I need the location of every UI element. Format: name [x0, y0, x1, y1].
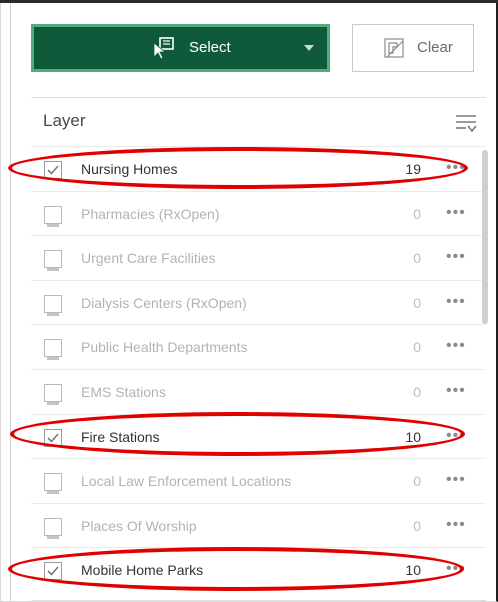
sort-filter-icon[interactable]: [454, 112, 478, 134]
more-options-icon[interactable]: •••: [446, 471, 466, 489]
more-options-icon[interactable]: •••: [446, 516, 466, 534]
layer-count: 0: [413, 205, 421, 222]
layer-row[interactable]: Pharmacies (RxOpen) 0 •••: [31, 190, 486, 235]
more-options-icon[interactable]: •••: [446, 248, 466, 266]
annotation-oval: [8, 547, 464, 591]
checkbox-unchecked[interactable]: [44, 384, 62, 405]
layer-count: 0: [413, 294, 421, 311]
layer-name: EMS Stations: [81, 384, 166, 400]
layer-count: 0: [413, 384, 421, 400]
layer-count: 0: [413, 473, 421, 490]
layer-row[interactable]: Urgent Care Facilities 0 •••: [31, 235, 486, 279]
clear-selection-icon: [384, 38, 404, 58]
select-cursor-icon: [153, 37, 174, 60]
annotation-oval: [10, 412, 465, 456]
layer-count: 0: [413, 517, 421, 534]
layer-name: Public Health Departments: [81, 339, 248, 356]
layer-count: 0: [413, 339, 421, 356]
layer-row[interactable]: Local Law Enforcement Locations 0 •••: [31, 458, 486, 502]
scrollbar-thumb[interactable]: [482, 150, 488, 324]
left-divider: [10, 3, 11, 602]
annotation-oval: [8, 147, 468, 189]
checkbox-unchecked[interactable]: [44, 250, 62, 272]
checkbox-unchecked[interactable]: [44, 339, 62, 361]
top-border: [0, 0, 498, 3]
clear-button-label: Clear: [417, 39, 453, 56]
clear-button[interactable]: Clear: [352, 24, 474, 72]
more-options-icon[interactable]: •••: [446, 204, 466, 222]
checkbox-unchecked[interactable]: [44, 473, 62, 495]
more-options-icon[interactable]: •••: [446, 293, 466, 311]
bottom-divider: [31, 600, 486, 601]
checkbox-unchecked[interactable]: [44, 205, 62, 227]
layer-row[interactable]: Dialysis Centers (RxOpen) 0 •••: [31, 279, 486, 324]
layer-name: Places Of Worship: [81, 517, 197, 534]
layer-name: Local Law Enforcement Locations: [81, 473, 292, 490]
layer-row[interactable]: Public Health Departments 0 •••: [31, 324, 486, 368]
layer-heading: Layer: [43, 111, 86, 130]
divider: [31, 97, 486, 98]
layer-name: Urgent Care Facilities: [81, 250, 216, 267]
layer-name: Pharmacies (RxOpen): [81, 205, 220, 222]
checkbox-unchecked[interactable]: [44, 517, 62, 539]
layer-row[interactable]: Places Of Worship 0 •••: [31, 502, 486, 547]
layer-count: 0: [413, 250, 421, 267]
select-button-label: Select: [189, 39, 231, 56]
layer-row[interactable]: EMS Stations 0 •••: [31, 369, 486, 413]
more-options-icon[interactable]: •••: [446, 337, 466, 355]
layer-name: Dialysis Centers (RxOpen): [81, 294, 247, 311]
checkbox-unchecked[interactable]: [44, 294, 62, 316]
more-options-icon[interactable]: •••: [446, 382, 466, 400]
select-button[interactable]: Select: [31, 24, 330, 72]
chevron-down-icon[interactable]: [304, 45, 314, 51]
layer-list: Nursing Homes 19 ••• Pharmacies (RxOpen) 0 ••…: [31, 146, 486, 602]
